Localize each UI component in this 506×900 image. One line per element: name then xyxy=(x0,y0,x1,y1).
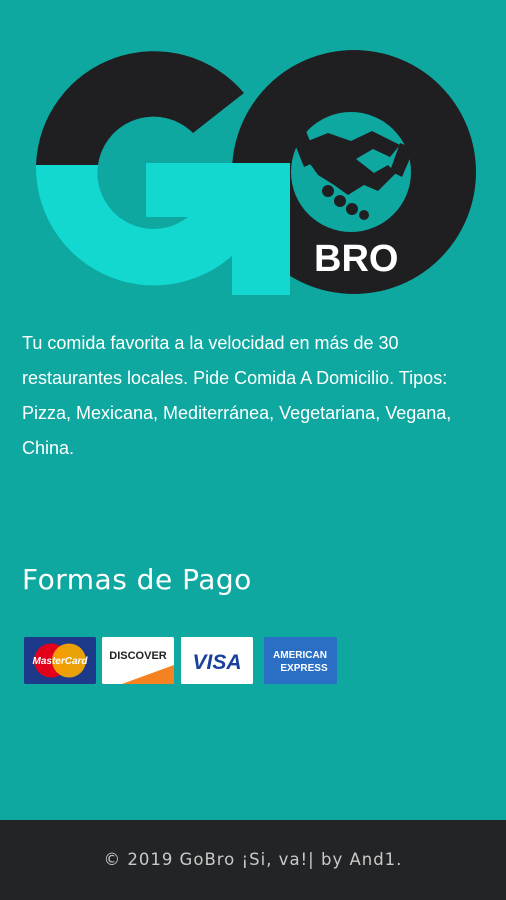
footer: © 2019 GoBro ¡Si, va!| by And1. xyxy=(0,820,506,900)
visa-card: VISA xyxy=(181,637,253,684)
footer-copyright: © 2019 GoBro ¡Si, va!| by And1. xyxy=(103,850,403,869)
logo-o-cyan-stem xyxy=(232,163,290,295)
logo-g-dark-arc xyxy=(36,51,244,165)
amex-label-bottom: EXPRESS xyxy=(280,663,328,674)
payment-title: Formas de Pago xyxy=(22,563,252,596)
logo-g-cyan-part xyxy=(35,163,255,286)
visa-label: VISA xyxy=(192,651,241,674)
amex-label-top: AMERICAN xyxy=(273,650,327,661)
mastercard-card: MasterCard xyxy=(24,637,96,684)
amex-icon: AMERICAN EXPRESS xyxy=(264,637,337,684)
logo-bro-text: BRO xyxy=(314,238,398,280)
mastercard-icon: MasterCard xyxy=(24,637,96,684)
discover-label: DISCOVER xyxy=(109,650,167,662)
mastercard-label: MasterCard xyxy=(32,656,88,667)
gobro-logo: BRO xyxy=(35,50,476,295)
visa-icon: VISA xyxy=(181,637,253,684)
tagline: Tu comida favorita a la velocidad en más… xyxy=(22,333,452,458)
amex-card: AMERICAN EXPRESS xyxy=(264,637,337,684)
discover-icon: DISCOVER xyxy=(102,637,174,684)
discover-card: DISCOVER xyxy=(102,637,174,684)
